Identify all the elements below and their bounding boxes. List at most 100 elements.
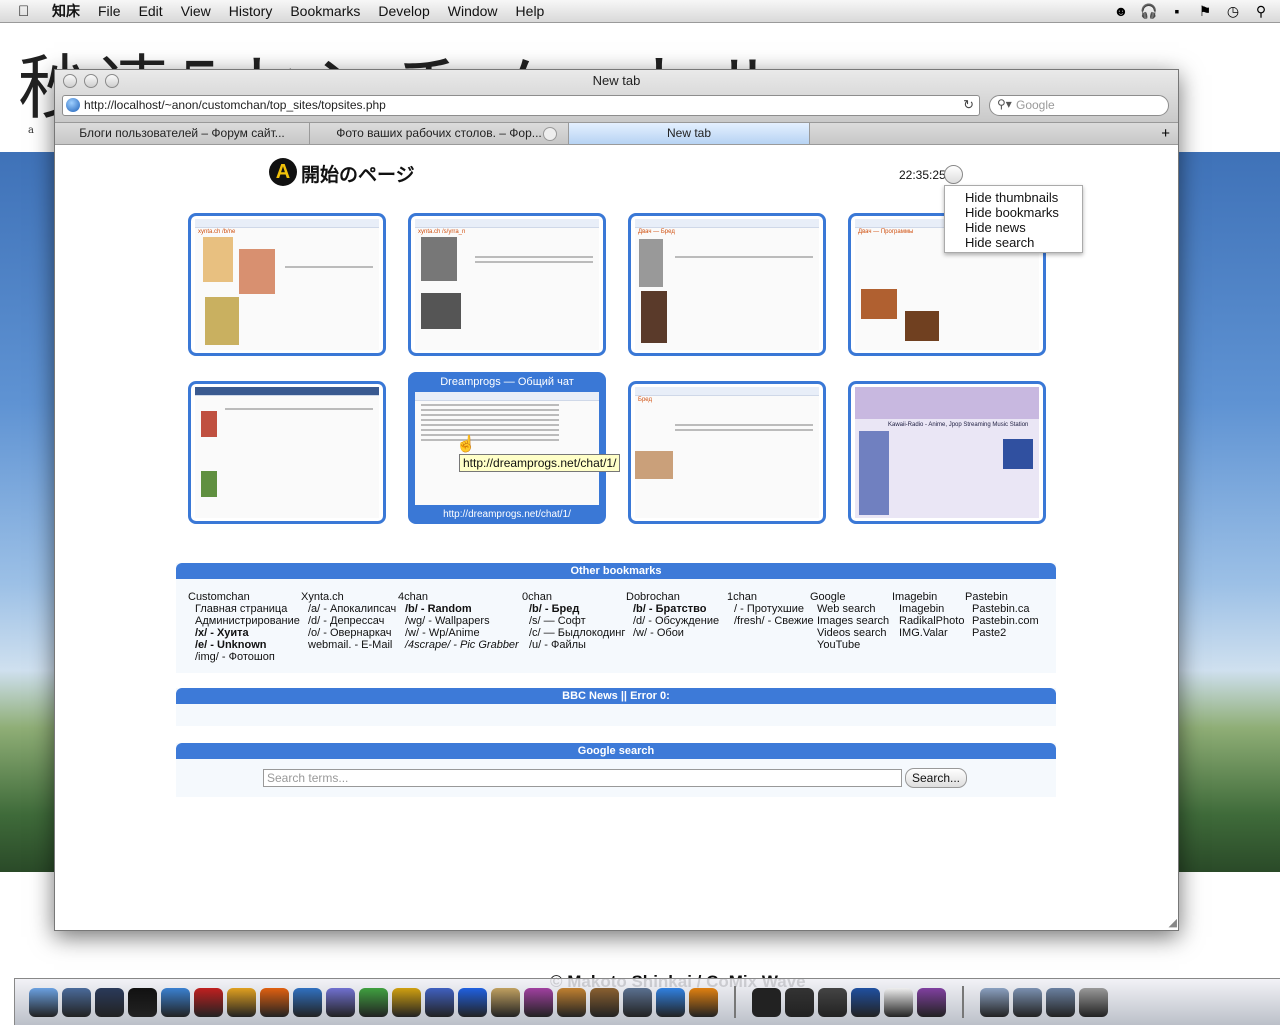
bookmark-link[interactable]: /fresh/ - Свежие [727,615,814,627]
thumbnail-1[interactable]: xynta.ch /b/ne [188,213,386,356]
adium-icon[interactable] [425,987,454,1017]
thumbnail-2[interactable]: xynta.ch /s/yrra_n [408,213,606,356]
bookmark-link[interactable]: Paste2 [965,627,1039,639]
preview-icon[interactable] [62,987,91,1017]
search-field[interactable]: ⚲▾ Google [989,95,1169,116]
thumbnail-7[interactable]: Бред [628,381,826,524]
us-flag-icon[interactable]: ⚑ [1196,2,1214,20]
menu-bookmarks[interactable]: Bookmarks [290,3,360,19]
pidgin-icon[interactable] [326,987,355,1017]
app-menu[interactable]: 知床 [52,1,80,21]
terminal-icon[interactable] [752,987,781,1017]
pencil-icon[interactable] [557,987,586,1017]
menu-develop[interactable]: Develop [378,3,429,19]
address-text[interactable]: http://localhost/~anon/customchan/top_si… [84,98,386,112]
thumbnail-8[interactable]: Kawaii-Radio - Anime, Jpop Streaming Mus… [848,381,1046,524]
documents-icon[interactable] [980,987,1009,1017]
colorpicker-icon[interactable] [524,987,553,1017]
bookmark-link[interactable]: /e/ - Unknown [188,639,300,651]
opera-icon[interactable] [194,987,223,1017]
reload-icon[interactable]: ↻ [963,97,974,113]
bookmark-link[interactable]: /a/ - Апокалипсач [301,603,396,615]
bookmark-link[interactable]: /o/ - Овернаркач [301,627,396,639]
option-hide-bookmarks[interactable]: Hide bookmarks [945,205,1082,220]
bookmark-link[interactable]: Pastebin.com [965,615,1039,627]
bookmark-link[interactable]: / - Протухшие [727,603,814,615]
itunes-icon[interactable] [656,987,685,1017]
address-bar[interactable]: http://localhost/~anon/customchan/top_si… [62,95,980,116]
bookmark-link[interactable]: Администрирование [188,615,300,627]
dashboard-icon[interactable] [95,987,124,1017]
bookmark-link[interactable]: /b/ - Братство [626,603,719,615]
bookmark-link[interactable]: Imagebin [892,603,964,615]
safari-icon[interactable] [161,987,190,1017]
bookmark-link[interactable]: /w/ - Обои [626,627,719,639]
quicksilver-icon[interactable] [458,987,487,1017]
bookmark-link[interactable]: /b/ - Бред [522,603,625,615]
search-icon[interactable]: ⚲▾ [997,97,1012,111]
firefox-icon[interactable] [260,987,289,1017]
menu-window[interactable]: Window [448,3,498,19]
bookmark-link[interactable]: Web search [810,603,889,615]
camino-icon[interactable] [293,987,322,1017]
google-search-button[interactable]: Search... [905,768,967,788]
bookmark-link[interactable]: /d/ - Обсуждение [626,615,719,627]
menu-edit[interactable]: Edit [139,3,163,19]
clock-icon[interactable]: ◷ [1224,2,1242,20]
x11-icon[interactable] [884,987,913,1017]
google-search-input[interactable]: Search terms... [263,769,902,787]
downloads-icon[interactable] [1046,987,1075,1017]
spotlight-icon[interactable]: ⚲ [1252,2,1270,20]
applications-icon[interactable] [1013,987,1042,1017]
menu-file[interactable]: File [98,3,121,19]
option-hide-thumbnails[interactable]: Hide thumbnails [945,190,1082,205]
bookmark-link[interactable]: /img/ - Фотошоп [188,651,300,663]
bookmark-link[interactable]: webmail. - E-Mail [301,639,396,651]
bookmark-link[interactable]: Pastebin.ca [965,603,1039,615]
clapper-icon[interactable] [392,987,421,1017]
bookmark-link[interactable]: /b/ - Random [398,603,519,615]
console-icon[interactable] [818,987,847,1017]
xcode-icon[interactable] [851,987,880,1017]
sync-icon[interactable] [359,987,388,1017]
bookmark-link[interactable]: Images search [810,615,889,627]
thumbnail-3[interactable]: Двач — Бред [628,213,826,356]
options-toggle[interactable] [944,165,963,184]
vlc-icon[interactable] [689,987,718,1017]
trash-icon[interactable] [1079,987,1108,1017]
bookmark-link[interactable]: /u/ - Файлы [522,639,625,651]
bookmark-link[interactable]: /d/ - Депрессач [301,615,396,627]
ql-icon[interactable] [917,987,946,1017]
menu-view[interactable]: View [181,3,211,19]
bookmark-link[interactable]: /4scrape/ - Pic Grabber [398,639,519,651]
new-tab-plus-icon[interactable]: + [1161,123,1170,144]
bookmark-link[interactable]: RadikalPhoto [892,615,964,627]
robot-icon[interactable]: ☻ [1112,2,1130,20]
menu-history[interactable]: History [229,3,273,19]
thumbnail-dreamprogs[interactable]: Dreamprogs — Общий чат http://dreamprogs… [408,372,606,524]
terminal-menu-icon[interactable]: ▪ [1168,2,1186,20]
thumbnail-5[interactable] [188,381,386,524]
bookmark-link[interactable]: IMG.Valar [892,627,964,639]
bookmark-link[interactable]: YouTube [810,639,889,651]
option-hide-news[interactable]: Hide news [945,220,1082,235]
customchan-icon[interactable] [128,987,157,1017]
bookmark-link[interactable]: Videos search [810,627,889,639]
photo-icon[interactable] [623,987,652,1017]
chrome-icon[interactable] [227,987,256,1017]
textedit-icon[interactable] [491,987,520,1017]
menu-help[interactable]: Help [516,3,545,19]
bookmark-link[interactable]: /w/ - Wp/Anime [398,627,519,639]
resize-grip-icon[interactable]: ◢ [1169,916,1177,929]
bookmark-link[interactable]: /x/ - Хуита [188,627,300,639]
finder-icon[interactable] [29,987,58,1017]
bookmark-link[interactable]: /c/ — Быдлокодинг [522,627,625,639]
bookmark-link[interactable]: Главная страница [188,603,300,615]
headphones-icon[interactable]: 🎧 [1140,2,1158,20]
activity-icon[interactable] [785,987,814,1017]
bookmark-link[interactable]: /s/ — Софт [522,615,625,627]
apple-menu-icon[interactable]:  [18,3,36,20]
tab-new[interactable]: New tab [569,123,810,144]
notebook-icon[interactable] [590,987,619,1017]
bookmark-link[interactable]: /wg/ - Wallpapers [398,615,519,627]
